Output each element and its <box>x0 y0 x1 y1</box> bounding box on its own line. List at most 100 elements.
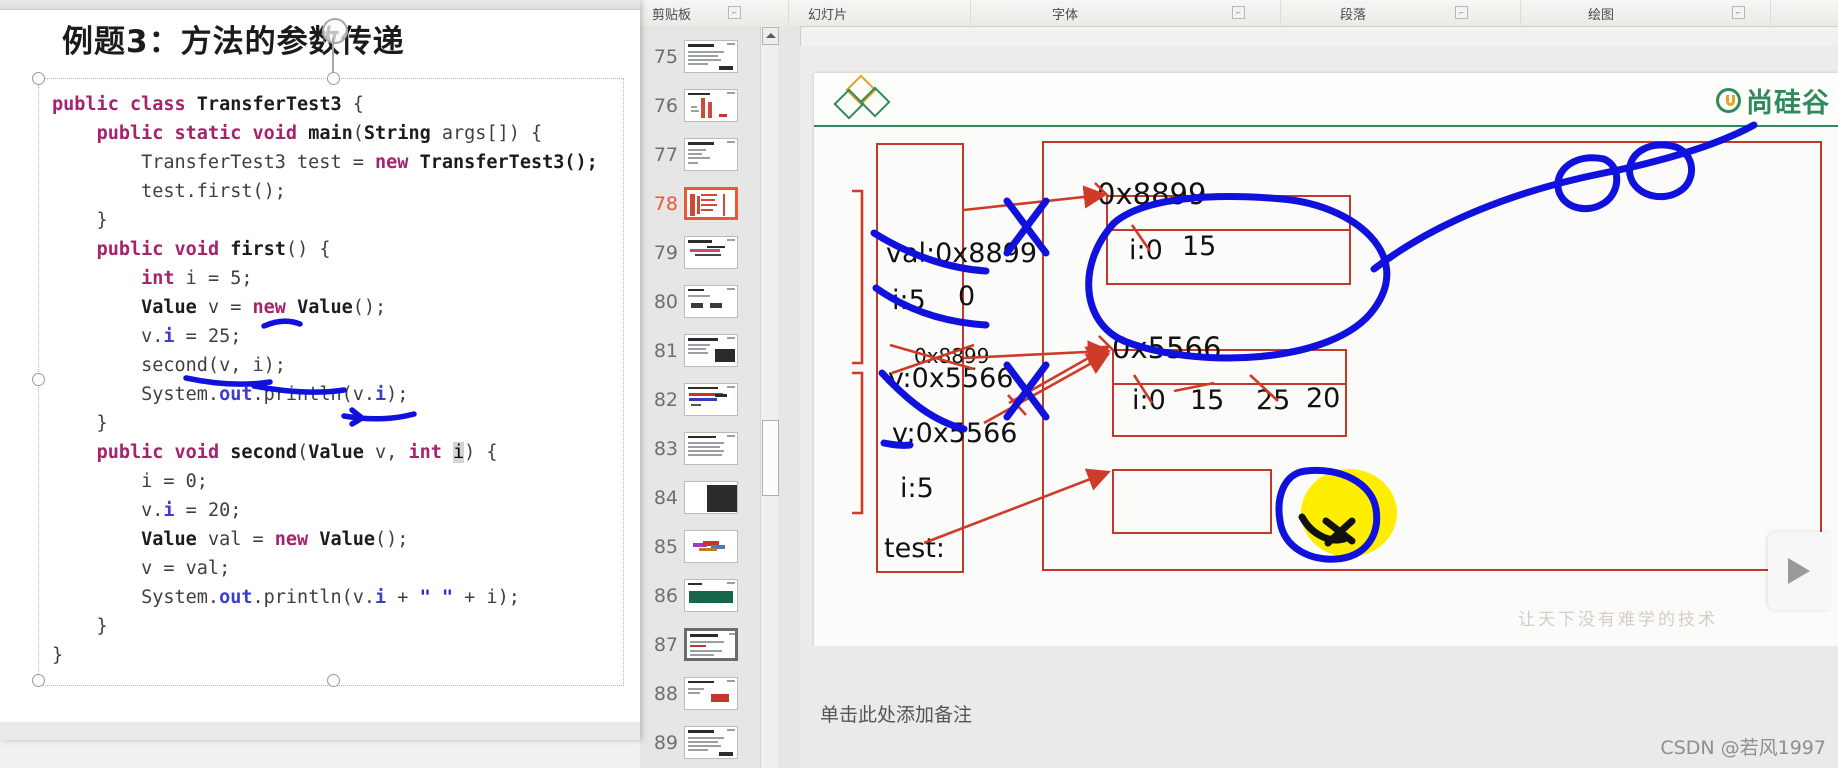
ribbon-separator-4 <box>1770 1 1771 25</box>
ribbon-separator-2 <box>1280 1 1281 25</box>
heap-label-4: i:0 <box>1132 385 1166 416</box>
object-empty-box <box>1112 469 1272 534</box>
code-line-1: public static void main(String args[]) { <box>96 123 543 144</box>
stack-label-5: v:0x5566 <box>892 418 1018 449</box>
caret-up-icon[interactable] <box>762 27 779 45</box>
code-line-15: Value val = new Value(); <box>141 529 409 550</box>
thumbnail-preview[interactable] <box>684 481 738 514</box>
dialog-launcher-icon-3[interactable]: ⌐ <box>1455 6 1468 19</box>
thumbnail-preview[interactable] <box>684 677 738 710</box>
window-titlebar <box>0 0 640 10</box>
thumbnail-preview[interactable] <box>684 726 738 759</box>
slide-canvas[interactable]: 尚硅谷 val:0x8899 i:5 0 0x8899 v:0x5566 v:0x5566… <box>814 73 1838 656</box>
ribbon-group-labels: 剪贴板 ⌐ 幻灯片 字体 ⌐ 段落 ⌐ 绘图 ⌐ <box>640 0 1838 27</box>
dialog-launcher-icon-0[interactable]: ⌐ <box>728 6 741 19</box>
thumbnail-number: 80 <box>653 290 678 313</box>
thumbnail-number: 83 <box>653 437 678 460</box>
thumbnail-preview[interactable] <box>684 138 738 171</box>
play-button[interactable] <box>1768 532 1830 610</box>
resize-handle-tl[interactable] <box>32 72 45 85</box>
code-line-18: } <box>52 616 108 637</box>
thumbnail-number: 81 <box>653 339 678 362</box>
stack-label-2: 0 <box>958 281 976 312</box>
code-line-0: public class TransferTest3 { <box>52 94 364 115</box>
thumbnail-number: 88 <box>653 682 678 705</box>
code-line-2: TransferTest3 test = new TransferTest3()… <box>52 152 598 173</box>
ribbon-group-2: 字体 <box>1052 7 1079 23</box>
play-triangle-icon <box>1788 558 1810 584</box>
thumbnail-preview[interactable] <box>684 285 738 318</box>
resize-handle-ml[interactable] <box>32 373 45 386</box>
heap-label-6: 25 <box>1256 385 1291 416</box>
thumbnail-preview[interactable] <box>684 187 738 220</box>
brand-name: 尚硅谷 <box>1746 88 1830 119</box>
code-line-11: } <box>52 413 108 434</box>
page-title: 例题3：方法的参数传递 <box>62 24 405 60</box>
thumbnail-preview[interactable] <box>684 236 738 269</box>
object-divider-0 <box>1106 229 1351 231</box>
thumbnail-preview[interactable] <box>684 628 738 661</box>
rotate-stem <box>332 38 334 74</box>
ribbon-group-3: 段落 <box>1340 7 1367 23</box>
ribbon-group-0: 剪贴板 <box>652 7 692 23</box>
thumbnail-number: 85 <box>653 535 678 558</box>
brand-logo-icon <box>1716 88 1741 113</box>
thumbnail-preview[interactable] <box>684 579 738 612</box>
code-line-17: System.out.println(v.i + " " + i); <box>52 587 520 608</box>
code-line-19: } <box>52 645 64 666</box>
code-line-9: second(v, i); <box>52 355 286 376</box>
code-line-5: public void first() { <box>96 239 331 260</box>
thumbnail-preview[interactable] <box>684 530 738 563</box>
dialog-launcher-icon-4[interactable]: ⌐ <box>1732 6 1745 19</box>
resize-handle-bc[interactable] <box>327 674 340 687</box>
atguigu-brand: 尚硅谷 <box>1716 81 1830 120</box>
rotate-handle[interactable] <box>322 18 348 44</box>
code-snippet-window[interactable]: 例题3：方法的参数传递 public class TransferTest3 {… <box>0 0 640 740</box>
stack-label-6: i:5 <box>900 473 934 504</box>
code-line-14: v.i = 20; <box>52 500 242 521</box>
screen-root: 剪贴板 ⌐ 幻灯片 字体 ⌐ 段落 ⌐ 绘图 ⌐ 75 76 77 78 79 80 81 82 83 84 85 8… <box>0 0 1838 768</box>
ribbon-separator-3 <box>1520 1 1521 25</box>
code-line-13: i = 0; <box>52 471 208 492</box>
thumbnail-number: 78 <box>653 192 678 215</box>
thumbnail-number: 75 <box>653 45 678 68</box>
slide-header: 尚硅谷 <box>814 73 1838 127</box>
slide-stage: 尚硅谷 val:0x8899 i:5 0 0x8899 v:0x5566 v:0x5566… <box>800 46 1838 656</box>
ribbon-group-1: 幻灯片 <box>808 7 848 23</box>
ribbon-separator-1 <box>970 1 971 25</box>
ribbon-separator-0 <box>788 1 789 25</box>
dialog-launcher-icon-2[interactable]: ⌐ <box>1232 6 1245 19</box>
thumbnail-scrollbar[interactable] <box>760 26 779 768</box>
code-line-10: System.out.println(v.i); <box>52 384 409 405</box>
stack-label-7: test: <box>884 533 945 564</box>
resize-handle-bl[interactable] <box>32 674 45 687</box>
thumbnail-preview[interactable] <box>684 89 738 122</box>
stack-label-4: v:0x5566 <box>888 363 1014 394</box>
code-line-16: v = val; <box>52 558 231 579</box>
code-line-7: Value v = new Value(); <box>141 297 387 318</box>
heap-label-1: i:0 <box>1129 235 1163 266</box>
thumbnail-number: 87 <box>653 633 678 656</box>
heap-label-2: 15 <box>1182 231 1217 262</box>
resize-handle-tc[interactable] <box>327 72 340 85</box>
code-line-12: public void second(Value v, int i) { <box>96 442 498 463</box>
slide-watermark: 让天下没有难学的技术 <box>1518 610 1718 630</box>
thumbnail-number: 76 <box>653 94 678 117</box>
heap-label-5: 15 <box>1190 385 1225 416</box>
scrollbar-thumb[interactable] <box>762 420 779 496</box>
thumbnail-number: 82 <box>653 388 678 411</box>
heap-label-0: 0x8899 <box>1097 177 1207 211</box>
thumbnail-preview[interactable] <box>684 383 738 416</box>
heap-label-3: 0x5566 <box>1112 331 1222 365</box>
thumbnail-preview[interactable] <box>684 40 738 73</box>
ribbon-group-4: 绘图 <box>1588 7 1615 23</box>
thumbnail-preview[interactable] <box>684 432 738 465</box>
stack-label-1: i:5 <box>892 285 926 316</box>
notes-placeholder[interactable]: 单击此处添加备注 <box>820 700 972 727</box>
code-block: public class TransferTest3 { public stat… <box>52 90 598 670</box>
thumbnail-number: 84 <box>653 486 678 509</box>
code-line-8: v.i = 25; <box>52 326 242 347</box>
thumbnail-number: 77 <box>653 143 678 166</box>
thumbnail-number: 89 <box>653 731 678 754</box>
thumbnail-preview[interactable] <box>684 334 738 367</box>
